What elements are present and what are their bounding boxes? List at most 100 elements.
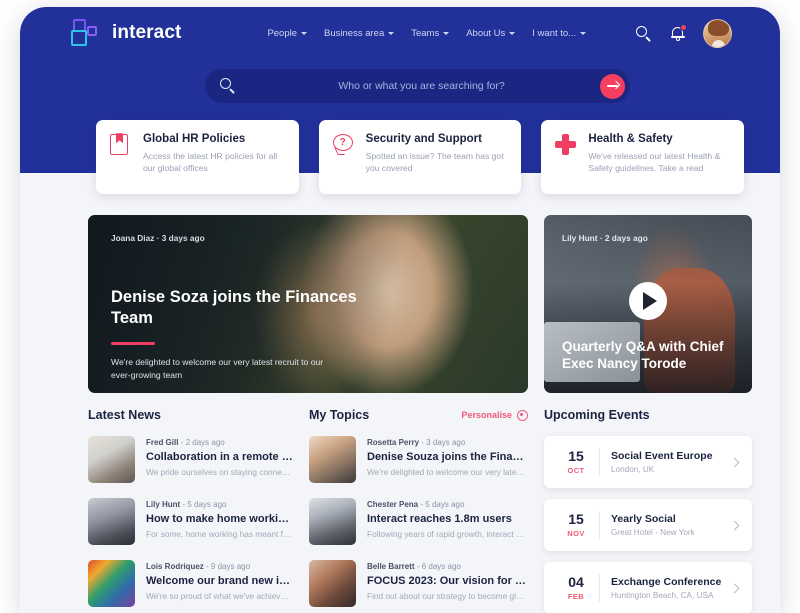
list-item-meta: Belle Barrett - 6 days ago (367, 562, 528, 571)
top-navigation-bar: interact People Business area Teams Abou… (20, 7, 780, 59)
bell-icon[interactable] (669, 25, 686, 42)
article-thumbnail (88, 498, 135, 545)
event-card[interactable]: 15 OCT Social Event Europe London, UK (544, 436, 752, 488)
list-item-author: Lois Rodriquez (146, 562, 204, 571)
list-item[interactable]: Chester Pena - 5 days ago Interact reach… (309, 498, 528, 545)
list-item-title: Denise Souza joins the Financ... (367, 451, 528, 463)
event-card[interactable]: 04 FEB Exchange Conference Huntington Be… (544, 562, 752, 613)
article-thumbnail (88, 436, 135, 483)
list-item-time: 6 days ago (422, 562, 461, 571)
search-icon (220, 78, 237, 95)
list-item-excerpt: For some, home working has meant far gre… (146, 529, 293, 539)
hero-accent-rule (111, 342, 155, 345)
article-thumbnail (309, 436, 356, 483)
nav-item-teams[interactable]: Teams (411, 28, 449, 39)
nav-item-people[interactable]: People (267, 28, 307, 39)
brand-name: interact (112, 22, 181, 44)
nav-label: Teams (411, 28, 439, 39)
featured-article-card[interactable]: Joana Diaz · 3 days ago Denise Soza join… (88, 215, 528, 393)
play-icon[interactable] (629, 282, 667, 320)
chevron-right-icon (730, 583, 740, 593)
personalise-button[interactable]: Personalise (461, 410, 528, 421)
list-item[interactable]: Rosetta Perry - 3 days ago Denise Souza … (309, 436, 528, 483)
avatar[interactable] (703, 19, 732, 48)
list-separator: - (420, 500, 423, 509)
divider (599, 574, 600, 602)
hero-excerpt: We're delighted to welcome our very late… (111, 356, 341, 382)
chevron-down-icon (443, 32, 449, 35)
event-date: 15 OCT (556, 449, 596, 475)
chevron-right-icon (730, 520, 740, 530)
section-title: My Topics (309, 408, 369, 422)
quick-link-card-security-support[interactable]: ? Security and Support Spotted an issue?… (319, 120, 522, 194)
list-item-excerpt: We pride ourselves on staying connected … (146, 467, 293, 477)
intranet-app-window: interact People Business area Teams Abou… (20, 7, 780, 613)
list-item-excerpt: Following years of rapid growth, interac… (367, 529, 528, 539)
list-item[interactable]: Fred Gill - 2 days ago Collaboration in … (88, 436, 293, 483)
quick-link-title: Global HR Policies (143, 133, 285, 145)
meta-separator: · (157, 233, 160, 243)
event-card[interactable]: 15 NOV Yearly Social Great Hotel - New Y… (544, 499, 752, 551)
section-title: Upcoming Events (544, 408, 650, 422)
personalise-label: Personalise (461, 410, 512, 420)
upcoming-events-header: Upcoming Events (544, 407, 752, 423)
list-separator: - (181, 438, 184, 447)
event-location: Great Hotel - New York (611, 528, 731, 537)
nav-item-about-us[interactable]: About Us (466, 28, 515, 39)
gear-icon (517, 410, 528, 421)
event-name: Social Event Europe (611, 450, 731, 462)
logo-square-right (87, 26, 97, 36)
quick-link-description: Spotted an issue? The team has got you c… (366, 150, 508, 175)
list-item-excerpt: Find out about our strategy to become gl… (367, 591, 528, 601)
featured-video-card[interactable]: Lily Hunt · 2 days ago Quarterly Q&A wit… (544, 215, 752, 393)
nav-item-business-area[interactable]: Business area (324, 28, 394, 39)
list-item-title: Welcome our brand new intr... (146, 575, 293, 587)
list-separator: - (182, 500, 185, 509)
chevron-down-icon (301, 32, 307, 35)
event-name: Yearly Social (611, 513, 731, 525)
brand-logo[interactable]: interact (71, 19, 181, 47)
chevron-down-icon (388, 32, 394, 35)
latest-news-column: Latest News Fred Gill - 2 days ago Colla… (88, 407, 293, 613)
event-month: FEB (556, 592, 596, 601)
search-input[interactable] (243, 80, 600, 92)
hero-time: 3 days ago (162, 233, 205, 243)
list-item-time: 2 days ago (186, 438, 225, 447)
search-submit-button[interactable] (600, 74, 625, 99)
video-time: 2 days ago (605, 233, 648, 243)
list-item-meta: Lily Hunt - 5 days ago (146, 500, 293, 509)
nav-label: Business area (324, 28, 384, 39)
quick-link-card-hr-policies[interactable]: Global HR Policies Access the latest HR … (96, 120, 299, 194)
question-chat-icon: ? (333, 134, 355, 157)
event-day: 15 (556, 449, 596, 464)
hero-author: Joana Diaz (111, 233, 154, 243)
search-icon[interactable] (635, 25, 652, 42)
list-separator: - (421, 438, 424, 447)
quick-link-card-health-safety[interactable]: Health & Safety We've released our lates… (541, 120, 744, 194)
event-name: Exchange Conference (611, 576, 731, 588)
list-item-title: How to make home working... (146, 513, 293, 525)
list-item[interactable]: Lois Rodriquez - 9 days ago Welcome our … (88, 560, 293, 607)
section-title: Latest News (88, 408, 161, 422)
hero-meta: Joana Diaz · 3 days ago (111, 233, 205, 243)
list-item[interactable]: Lily Hunt - 5 days ago How to make home … (88, 498, 293, 545)
bookmark-book-icon (110, 134, 132, 157)
list-separator: - (206, 562, 209, 571)
list-item-author: Belle Barrett (367, 562, 415, 571)
nav-item-i-want-to[interactable]: I want to... (532, 28, 586, 39)
event-location: Huntington Beach, CA, USA (611, 591, 731, 600)
list-separator: - (417, 562, 420, 571)
quick-link-title: Health & Safety (588, 133, 730, 145)
list-item-author: Chester Pena (367, 500, 418, 509)
list-item-time: 5 days ago (187, 500, 226, 509)
list-item-meta: Lois Rodriquez - 9 days ago (146, 562, 293, 571)
notification-badge (680, 24, 687, 31)
search-bar[interactable] (205, 69, 630, 103)
quick-link-description: Access the latest HR policies for all ou… (143, 150, 285, 175)
logo-square-bottom (71, 30, 87, 46)
list-item[interactable]: Belle Barrett - 6 days ago FOCUS 2023: O… (309, 560, 528, 607)
meta-separator: · (600, 233, 603, 243)
hero-title: Denise Soza joins the Finances Team (111, 287, 361, 329)
event-day: 15 (556, 512, 596, 527)
header-actions (635, 19, 732, 48)
